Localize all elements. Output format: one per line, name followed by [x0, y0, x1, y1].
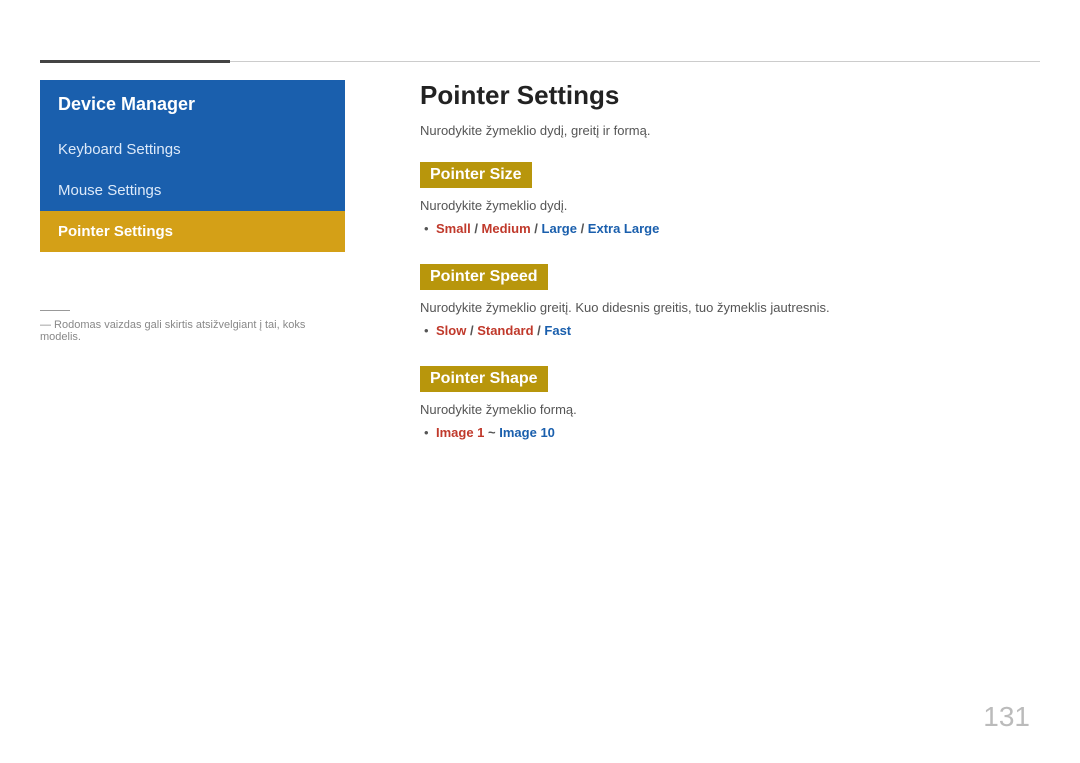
pointer-shape-list: Image 1 ~ Image 10	[420, 425, 1040, 440]
pointer-shape-options: Image 1	[436, 425, 484, 440]
pointer-size-section: Pointer Size Nurodykite žymeklio dydį. S…	[420, 162, 1040, 236]
pointer-speed-description: Nurodykite žymeklio greitį. Kuo didesnis…	[420, 300, 1040, 315]
sidebar-note: ― Rodomas vaizdas gali skirtis atsižvelg…	[40, 310, 345, 343]
sidebar-item-mouse[interactable]: Mouse Settings	[40, 170, 345, 211]
pointer-size-header: Pointer Size	[420, 162, 532, 188]
sidebar-item-label: Keyboard Settings	[58, 141, 181, 158]
page-container: Device Manager Keyboard Settings Mouse S…	[0, 0, 1080, 763]
pointer-shape-description: Nurodykite žymeklio formą.	[420, 402, 1040, 417]
list-item: Image 1 ~ Image 10	[436, 425, 1040, 440]
page-title: Pointer Settings	[420, 80, 1040, 111]
page-number: 131	[983, 701, 1030, 733]
pointer-speed-list: Slow / Standard / Fast	[420, 323, 1040, 338]
top-line-dark	[40, 60, 230, 63]
pointer-speed-section: Pointer Speed Nurodykite žymeklio greitį…	[420, 264, 1040, 338]
list-item: Slow / Standard / Fast	[436, 323, 1040, 338]
top-line-light	[230, 61, 1040, 62]
sidebar-note-divider	[40, 310, 70, 311]
sidebar-title: Device Manager	[58, 94, 195, 114]
pointer-size-options: Small	[436, 221, 471, 236]
pointer-shape-header: Pointer Shape	[420, 366, 548, 392]
pointer-speed-header: Pointer Speed	[420, 264, 548, 290]
sidebar-item-keyboard[interactable]: Keyboard Settings	[40, 129, 345, 170]
sidebar-header: Device Manager	[40, 80, 345, 129]
sidebar: Device Manager Keyboard Settings Mouse S…	[40, 80, 345, 252]
top-decorative-lines	[40, 60, 1040, 63]
main-content: Pointer Settings Nurodykite žymeklio dyd…	[420, 80, 1040, 468]
sidebar-note-text: ― Rodomas vaizdas gali skirtis atsižvelg…	[40, 319, 345, 343]
sidebar-item-label: Mouse Settings	[58, 182, 161, 199]
list-item: Small / Medium / Large / Extra Large	[436, 221, 1040, 236]
sidebar-item-label: Pointer Settings	[58, 223, 173, 240]
pointer-size-list: Small / Medium / Large / Extra Large	[420, 221, 1040, 236]
pointer-shape-section: Pointer Shape Nurodykite žymeklio formą.…	[420, 366, 1040, 440]
pointer-speed-options: Slow	[436, 323, 466, 338]
page-subtitle: Nurodykite žymeklio dydį, greitį ir form…	[420, 123, 1040, 138]
pointer-size-description: Nurodykite žymeklio dydį.	[420, 198, 1040, 213]
sidebar-item-pointer[interactable]: Pointer Settings	[40, 211, 345, 252]
